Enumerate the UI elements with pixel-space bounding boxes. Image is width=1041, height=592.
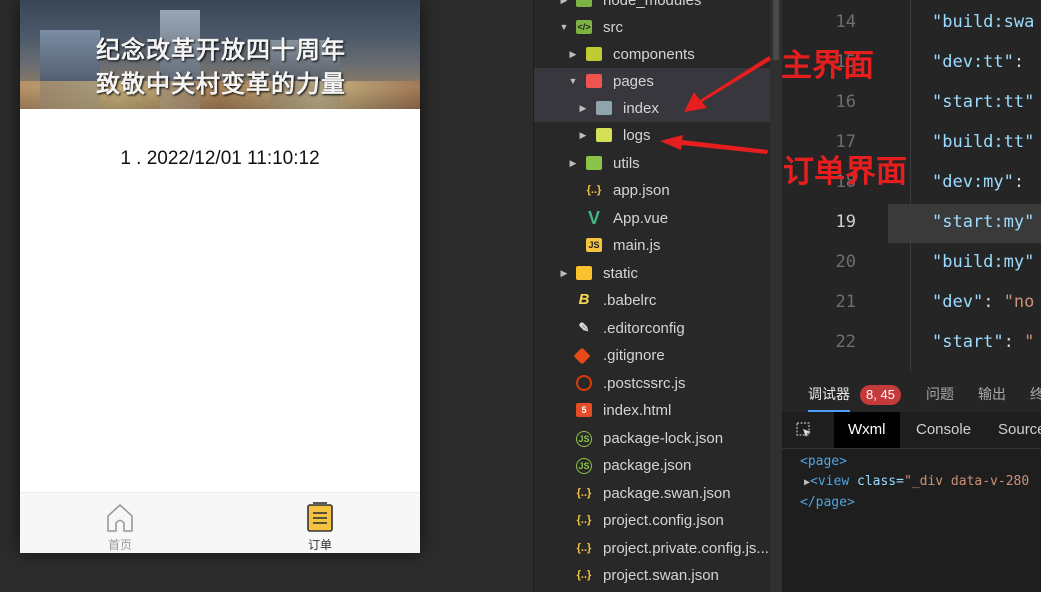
inspect-element-icon[interactable] — [796, 422, 812, 438]
code-line: "build:my" — [932, 252, 1035, 272]
json-icon: {..} — [576, 542, 592, 554]
folder-icon — [596, 101, 612, 115]
folder-icon — [596, 128, 612, 142]
tree-item-package-swan-json[interactable]: {..} package.swan.json — [534, 480, 770, 507]
devtools-panel: 调试器 8, 45 问题 输出 终 Wxml Console Source <p… — [782, 372, 1041, 592]
code-line-current: "start:my" — [932, 212, 1035, 232]
folder-code-icon: </> — [576, 20, 592, 34]
tree-item-components[interactable]: ▶ components — [534, 41, 770, 68]
line-number: 14 — [835, 12, 856, 32]
tab-home[interactable]: 首页 — [20, 493, 220, 553]
line-number-current: 19 — [835, 212, 856, 232]
vue-icon: V — [587, 208, 600, 228]
code-line: "build:tt" — [932, 132, 1035, 152]
devtools-subtabs: Wxml Console Source — [782, 412, 1041, 449]
order-entry: 1 . 2022/12/01 11:10:12 — [120, 148, 320, 169]
tree-item-project-private-config[interactable]: {..} project.private.config.js... — [534, 535, 770, 562]
code-line: "dev:tt": — [932, 52, 1025, 72]
error-warning-badge: 8, 45 — [860, 385, 901, 405]
tree-item-package-lock-json[interactable]: JS package-lock.json — [534, 425, 770, 452]
indent-guide — [910, 0, 911, 372]
json-icon: {..} — [576, 514, 592, 526]
tree-item-index-html[interactable]: 5 index.html — [534, 397, 770, 424]
html5-icon: 5 — [576, 403, 592, 417]
wxml-line[interactable]: ▶<view class="_div data-v-280 — [804, 474, 1029, 489]
tree-item-postcssrc[interactable]: .postcssrc.js — [534, 370, 770, 397]
tab-home-label: 首页 — [107, 538, 132, 552]
json-icon: {..} — [576, 569, 592, 581]
file-explorer: ▶ node_modules ▼ </> src ▶ components ▼ … — [534, 0, 770, 592]
tree-item-main-js[interactable]: JS main.js — [534, 232, 770, 259]
editorconfig-icon: ✎ — [578, 320, 590, 335]
tab-bar: 首页 订单 — [20, 492, 420, 553]
folder-icon — [586, 47, 602, 61]
tree-item-editorconfig[interactable]: ✎ .editorconfig — [534, 315, 770, 342]
json-icon: {..} — [576, 487, 592, 499]
order-list-icon — [307, 502, 333, 532]
explorer-scrollbar[interactable] — [770, 0, 782, 592]
tree-item-gitignore[interactable]: .gitignore — [534, 342, 770, 369]
postcss-icon — [576, 375, 592, 391]
code-line: "start": " — [932, 332, 1035, 352]
tree-item-project-swan-json[interactable]: {..} project.swan.json — [534, 562, 770, 589]
code-line: "dev:my": — [932, 172, 1025, 192]
tab-output[interactable]: 输出 — [978, 372, 1006, 412]
line-number: 16 — [835, 92, 856, 112]
subtab-console[interactable]: Console — [916, 412, 971, 448]
subtab-wxml[interactable]: Wxml — [834, 412, 900, 448]
line-number: 22 — [835, 332, 856, 352]
tab-orders[interactable]: 订单 — [220, 493, 420, 553]
tree-item-app-vue[interactable]: V App.vue — [534, 205, 770, 232]
code-line: "start:tt" — [932, 92, 1035, 112]
line-number: 21 — [835, 292, 856, 312]
node-icon: JS — [576, 431, 592, 447]
folder-icon — [576, 0, 592, 7]
wxml-line[interactable]: </page> — [800, 495, 855, 510]
code-line: "build:swa — [932, 12, 1035, 32]
node-icon: JS — [576, 458, 592, 474]
tree-item-project-config-json[interactable]: {..} project.config.json — [534, 507, 770, 534]
babel-icon: B — [578, 291, 590, 308]
tree-item-node-modules[interactable]: ▶ node_modules — [534, 0, 770, 14]
folder-icon — [576, 266, 592, 280]
tree-item-src[interactable]: ▼ </> src — [534, 14, 770, 41]
tree-item-logs[interactable]: ▶ logs — [534, 122, 770, 149]
json-icon: {..} — [586, 184, 602, 196]
tree-item-package-json[interactable]: JS package.json — [534, 452, 770, 479]
tab-terminal[interactable]: 终 — [1030, 372, 1041, 412]
git-icon — [573, 347, 591, 365]
tree-item-pages[interactable]: ▼ pages — [534, 68, 770, 95]
home-icon — [107, 503, 133, 532]
simulator-phone: 纪念改革开放四十周年 致敬中关村变革的力量 1 . 2022/12/01 11:… — [20, 0, 420, 553]
banner-image: 纪念改革开放四十周年 致敬中关村变革的力量 — [20, 0, 420, 109]
folder-red-icon — [586, 74, 602, 88]
subtab-sources[interactable]: Source — [998, 412, 1041, 448]
tree-item-babelrc[interactable]: B .babelrc — [534, 287, 770, 314]
tree-item-app-json[interactable]: {..} app.json — [534, 177, 770, 204]
tree-item-index[interactable]: ▶ index — [534, 95, 770, 122]
tab-orders-label: 订单 — [307, 538, 332, 552]
tree-item-static[interactable]: ▶ static — [534, 260, 770, 287]
annotation-main: 主界面 — [781, 48, 874, 84]
wxml-line[interactable]: <page> — [800, 454, 847, 469]
tab-debugger[interactable]: 调试器 — [808, 372, 850, 412]
devtools-tabs: 调试器 8, 45 问题 输出 终 — [782, 372, 1041, 413]
tree-item-utils[interactable]: ▶ utils — [534, 150, 770, 177]
line-number: 20 — [835, 252, 856, 272]
code-line: "dev": "no — [932, 292, 1035, 312]
banner-line-2: 致敬中关村变革的力量 — [96, 69, 346, 98]
annotation-orders: 订单界面 — [783, 154, 907, 190]
js-icon: JS — [586, 238, 602, 252]
folder-icon — [586, 156, 602, 170]
banner-line-1: 纪念改革开放四十周年 — [96, 35, 346, 64]
tab-problems[interactable]: 问题 — [926, 372, 954, 412]
